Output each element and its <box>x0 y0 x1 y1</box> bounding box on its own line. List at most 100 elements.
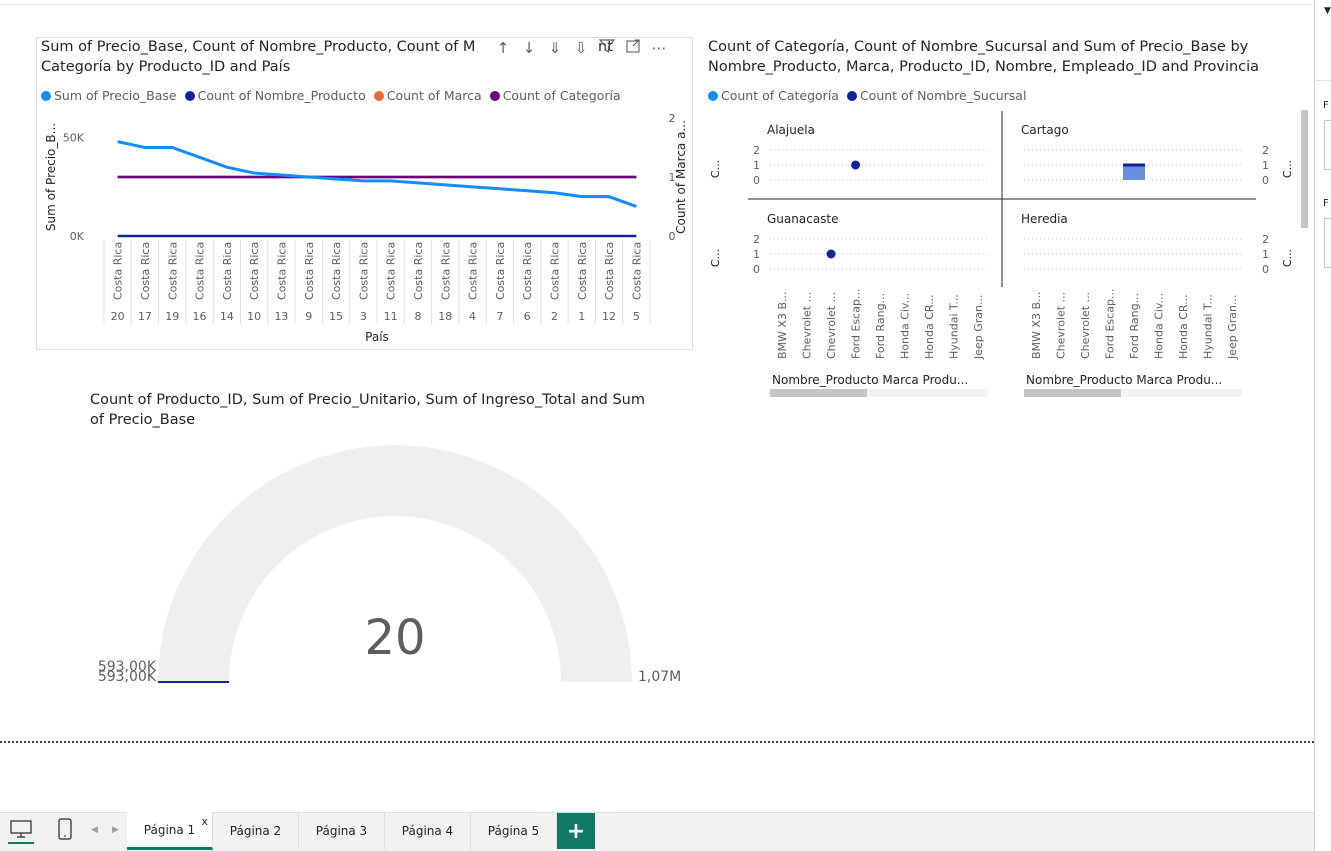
legend-item[interactable]: Count of Categoría <box>708 88 839 103</box>
y-right-axis-label: Count of Marca a... <box>674 120 688 234</box>
x-tick-label-country: Costa Rica <box>412 242 425 300</box>
tab-scroll-left-icon[interactable]: ◀ <box>91 825 98 835</box>
legend-item[interactable]: Count of Nombre_Sucursal <box>846 88 1026 103</box>
tab-pagina-1[interactable]: Página 1 x <box>127 812 213 850</box>
pane-chevron-icon[interactable]: ▼ <box>1324 6 1331 16</box>
expand-level-icon[interactable]: ⇩ <box>571 39 591 57</box>
y-axis-label: C... <box>1281 249 1294 267</box>
x-tick-label-country: Costa Rica <box>166 242 179 300</box>
mobile-view-icon[interactable] <box>58 818 72 844</box>
panel-title: Alajuela <box>767 123 815 137</box>
legend-label: Count of Nombre_Producto <box>197 88 366 103</box>
focus-mode-icon[interactable] <box>623 39 643 57</box>
x-tick-label: Honda Civ... <box>1152 293 1165 359</box>
legend-label: Count of Marca <box>386 88 482 103</box>
tab-pagina-4[interactable]: Página 4 <box>385 812 471 850</box>
x-tick-label-id: 16 <box>193 310 207 323</box>
x-tick-label: Hyundai T... <box>947 294 960 359</box>
x-tick-label: Ford Rang... <box>874 293 887 359</box>
line-chart-title-line1: Sum of Precio_Base, Count of Nombre_Prod… <box>41 39 476 55</box>
y-axis-label: C... <box>1281 160 1294 178</box>
pane-field-box[interactable] <box>1324 218 1331 268</box>
x-tick-label-id: 10 <box>247 310 261 323</box>
y-axis-label: C... <box>709 249 722 267</box>
gauge-title-line1: Count of Producto_ID, Sum of Precio_Unit… <box>90 392 645 408</box>
line-chart-title-line2: Categoría by Producto_ID and País <box>41 59 291 75</box>
y-tick-label: 0 <box>1262 263 1269 276</box>
legend-item[interactable]: Count of Nombre_Producto <box>184 88 366 103</box>
pane-field-label: F <box>1323 198 1329 209</box>
next-level-icon[interactable]: ⇓ <box>545 39 565 57</box>
visual-header-toolbar: ↑ ↓ ⇓ ⇩ ⋯ <box>493 39 669 57</box>
data-point-marker <box>826 249 836 259</box>
panel-title: Cartago <box>1021 123 1069 137</box>
pane-field-box[interactable] <box>1324 120 1331 170</box>
gauge-min-label-2: 593,00K <box>98 669 157 685</box>
y-tick-label: 0 <box>753 263 760 276</box>
legend-item[interactable]: Sum of Precio_Base <box>41 88 177 103</box>
bar-mark <box>1123 165 1145 180</box>
x-tick-label-id: 1 <box>578 310 585 323</box>
y-left-axis-label: Sum of Precio_B... <box>44 123 58 231</box>
x-tick-label-country: Costa Rica <box>467 242 480 300</box>
x-tick-label-country: Costa Rica <box>112 242 125 300</box>
x-tick-label-id: 12 <box>602 310 616 323</box>
x-tick-label-country: Costa Rica <box>194 242 207 300</box>
tab-pagina-5[interactable]: Página 5 <box>471 812 557 850</box>
x-tick-label-country: Costa Rica <box>139 242 152 300</box>
x-tick-label: Jeep Gran... <box>972 294 985 360</box>
line-chart-legend: Sum of Precio_Base Count of Nombre_Produc… <box>41 88 625 103</box>
drill-down-icon[interactable]: ↓ <box>519 39 539 57</box>
x-tick-label-id: 7 <box>496 310 503 323</box>
x-tick-label-id: 17 <box>138 310 152 323</box>
y-tick-label: 1 <box>753 159 760 172</box>
more-options-icon[interactable]: ⋯ <box>649 39 669 57</box>
right-pane-edge: ▼ F F <box>1314 0 1331 851</box>
legend-item[interactable]: Count of Marca <box>373 88 482 103</box>
x-tick-label-country: Costa Rica <box>494 242 507 300</box>
report-canvas: Sum of Precio_Base, Count of Nombre_Prod… <box>0 0 1314 851</box>
x-scrollbar-thumb <box>1024 389 1121 397</box>
tab-pagina-2[interactable]: Página 2 <box>213 812 299 850</box>
y-tick-label: 0 <box>753 174 760 187</box>
tab-scroll-right-icon[interactable]: ▶ <box>112 825 119 835</box>
top-border <box>0 0 1314 5</box>
x-tick-label-country: Costa Rica <box>357 242 370 300</box>
x-tick-label: BMW X3 B... <box>1030 292 1043 359</box>
legend-marker <box>373 91 384 101</box>
x-tick-label-country: Costa Rica <box>548 242 561 300</box>
y-axis-label: C... <box>709 160 722 178</box>
desktop-view-icon[interactable] <box>8 820 34 844</box>
filter-icon[interactable] <box>597 39 617 57</box>
x-tick-label: BMW X3 B... <box>776 292 789 359</box>
legend-label: Count of Categoría <box>502 88 621 103</box>
y-tick-label: 1 <box>1262 159 1269 172</box>
y-tick-label: 0 <box>1262 174 1269 187</box>
page-boundary-divider <box>0 741 1314 743</box>
x-scrollbar-thumb <box>770 389 867 397</box>
legend-marker <box>41 91 51 101</box>
gauge-max-label: 1,07M <box>638 669 681 685</box>
x-tick-label-id: 15 <box>329 310 343 323</box>
tab-pagina-3[interactable]: Página 3 <box>299 812 385 850</box>
x-tick-label: Chevrolet ... <box>825 292 838 359</box>
desktop-view-underline <box>8 842 34 844</box>
gauge-title-line2: of Precio_Base <box>90 412 196 428</box>
x-tick-label-id: 14 <box>220 310 234 323</box>
tab-close-icon[interactable]: x <box>201 815 208 828</box>
x-tick-label: Honda CR... <box>923 294 936 359</box>
x-tick-label: Jeep Gran... <box>1226 294 1239 360</box>
scrollbar-thumb[interactable] <box>1301 110 1308 228</box>
y-tick-label: 1 <box>753 248 760 261</box>
panel-title: Heredia <box>1021 212 1068 226</box>
x-tick-label-country: Costa Rica <box>630 242 643 300</box>
panel-title: Guanacaste <box>767 212 839 226</box>
line-chart-title: Sum of Precio_Base, Count of Nombre_Prod… <box>41 37 501 57</box>
legend-item[interactable]: Count of Categoría <box>489 88 621 103</box>
legend-marker <box>708 91 718 101</box>
legend-label: Count of Categoría <box>721 88 839 103</box>
legend-marker <box>846 91 857 101</box>
x-axis-label: País <box>365 330 389 344</box>
drill-up-icon[interactable]: ↑ <box>493 39 513 57</box>
add-page-button[interactable]: + <box>557 813 595 849</box>
